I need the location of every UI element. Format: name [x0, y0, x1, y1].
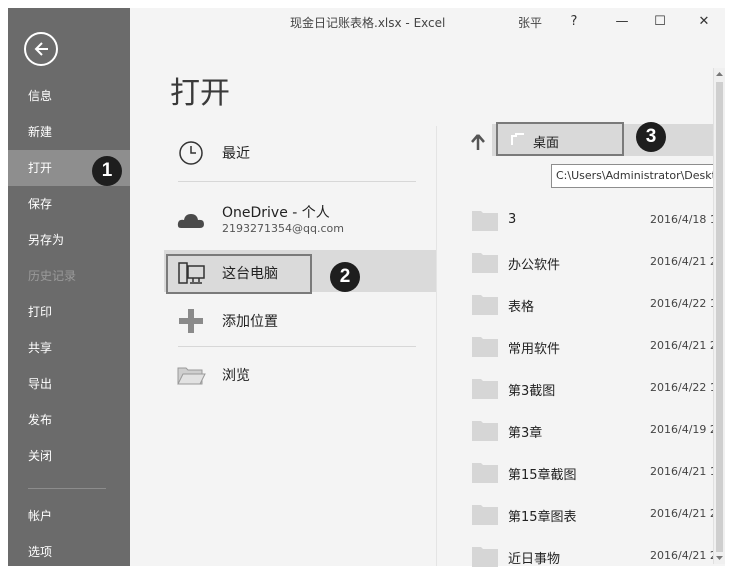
callout-badge-1: 1 — [92, 156, 122, 186]
folder-item[interactable]: 第3章 2016/4/19 2 — [470, 410, 717, 450]
place-this-pc-label: 这台电脑 — [222, 266, 278, 282]
desktop-icon — [511, 133, 524, 145]
nav-options[interactable]: 选项 — [8, 534, 130, 570]
folder-name: 办公软件 — [508, 258, 561, 273]
nav-close[interactable]: 关闭 — [8, 438, 130, 474]
folder-date: 2016/4/22 1 — [650, 381, 717, 394]
place-this-pc[interactable]: 这台电脑 — [168, 250, 436, 294]
folder-icon — [472, 337, 498, 357]
folder-date: 2016/4/21 2 — [650, 339, 717, 352]
folder-date: 2016/4/19 2 — [650, 423, 717, 436]
folder-icon — [472, 211, 498, 231]
places-divider — [178, 181, 416, 182]
scroll-up-icon[interactable] — [714, 68, 725, 80]
up-arrow-icon[interactable] — [470, 133, 486, 151]
folder-name: 第3章 — [508, 426, 543, 441]
backstage-sidebar: 信息 新建 打开 保存 另存为 历史记录 打印 共享 导出 发布 关闭 帐户 选… — [8, 8, 130, 566]
clock-icon — [179, 141, 203, 165]
scrollbar-thumb[interactable] — [716, 82, 723, 552]
nav-save[interactable]: 保存 — [8, 186, 130, 222]
folder-name: 3 — [508, 212, 517, 227]
place-recent[interactable]: 最近 — [168, 130, 436, 174]
scroll-down-icon[interactable] — [714, 552, 725, 564]
nav-history: 历史记录 — [28, 269, 77, 283]
folder-icon — [472, 505, 498, 525]
backstage-content: 现金日记账表格.xlsx - Excel 张平 ? — ☐ ✕ 打开 最近 On… — [130, 8, 725, 567]
folder-date: 2016/4/22 1 — [650, 297, 717, 310]
nav-share[interactable]: 共享 — [8, 330, 130, 366]
sidebar-divider — [28, 488, 106, 489]
path-tooltip: C:\Users\Administrator\Desktop — [551, 164, 725, 188]
folder-item[interactable]: 3 2016/4/18 1 — [470, 200, 717, 240]
nav-info[interactable]: 信息 — [8, 78, 130, 114]
user-name[interactable]: 张平 — [518, 14, 542, 31]
folder-name: 第3截图 — [508, 384, 556, 399]
folder-item[interactable]: 第3截图 2016/4/22 1 — [470, 368, 717, 408]
page-title: 打开 — [170, 76, 230, 111]
minimize-button[interactable]: — — [612, 12, 632, 32]
computer-icon — [178, 262, 205, 284]
nav-export[interactable]: 导出 — [8, 366, 130, 402]
folder-name: 近日事物 — [508, 552, 561, 567]
current-location-label: 桌面 — [533, 136, 560, 151]
folder-icon — [472, 547, 498, 567]
place-onedrive-account: 2193271354@qq.com — [222, 222, 344, 235]
place-browse[interactable]: 浏览 — [168, 352, 436, 396]
folder-item[interactable]: 常用软件 2016/4/21 2 — [470, 326, 717, 366]
folder-name: 表格 — [508, 300, 535, 315]
place-onedrive-label: OneDrive - 个人 — [222, 205, 330, 221]
folder-icon — [472, 253, 498, 273]
folder-date: 2016/4/21 2 — [650, 255, 717, 268]
folder-icon — [472, 295, 498, 315]
vertical-scrollbar[interactable] — [713, 68, 725, 564]
nav-print[interactable]: 打印 — [8, 294, 130, 330]
plus-icon — [179, 309, 203, 333]
place-add-location[interactable]: 添加位置 — [168, 298, 436, 342]
folder-name: 第15章截图 — [508, 468, 577, 483]
folder-open-icon — [177, 367, 206, 385]
nav-publish[interactable]: 发布 — [8, 402, 130, 438]
folder-icon — [472, 463, 498, 483]
folder-item[interactable]: 表格 2016/4/22 1 — [470, 284, 717, 324]
close-button[interactable]: ✕ — [694, 12, 714, 32]
folder-item[interactable]: 第15章图表 2016/4/21 2 — [470, 494, 717, 534]
folder-date: 2016/4/21 1 — [650, 465, 717, 478]
cloud-icon — [177, 214, 204, 228]
nav-save-as[interactable]: 另存为 — [8, 222, 130, 258]
maximize-button[interactable]: ☐ — [650, 12, 670, 32]
back-arrow-icon — [34, 42, 48, 56]
window-title: 现金日记账表格.xlsx - Excel — [290, 16, 446, 30]
folder-icon — [472, 379, 498, 399]
folder-item[interactable]: 办公软件 2016/4/21 2 — [470, 242, 717, 282]
place-recent-label: 最近 — [222, 146, 250, 162]
folder-name: 第15章图表 — [508, 510, 577, 525]
help-button[interactable]: ? — [564, 12, 584, 32]
places-divider-2 — [178, 346, 416, 347]
place-browse-label: 浏览 — [222, 368, 250, 384]
place-add-location-label: 添加位置 — [222, 314, 278, 330]
folder-item[interactable]: 第15章截图 2016/4/21 1 — [470, 452, 717, 492]
callout-badge-2: 2 — [330, 262, 360, 292]
folder-icon — [472, 421, 498, 441]
folder-date: 2016/4/21 2 — [650, 549, 717, 562]
nav-new[interactable]: 新建 — [8, 114, 130, 150]
back-button[interactable] — [24, 32, 58, 66]
place-onedrive[interactable]: OneDrive - 个人 2193271354@qq.com — [168, 196, 436, 240]
folder-name: 常用软件 — [508, 342, 561, 357]
nav-account[interactable]: 帐户 — [8, 498, 130, 534]
column-divider — [436, 126, 437, 566]
folder-date: 2016/4/18 1 — [650, 213, 717, 226]
folder-date: 2016/4/21 2 — [650, 507, 717, 520]
folder-item[interactable]: 近日事物 2016/4/21 2 — [470, 536, 717, 576]
callout-badge-3: 3 — [636, 122, 666, 152]
